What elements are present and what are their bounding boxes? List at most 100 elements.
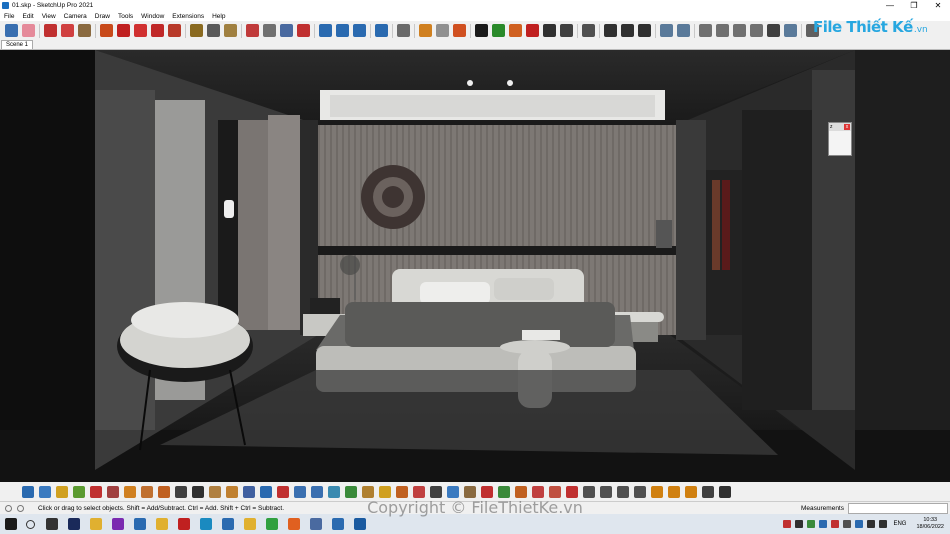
sketchup-icon[interactable] bbox=[134, 518, 146, 530]
warehouse-icon[interactable] bbox=[319, 24, 332, 37]
grid-small-icon[interactable] bbox=[633, 485, 646, 498]
tray-app-icon[interactable] bbox=[807, 520, 816, 528]
table-icon[interactable] bbox=[174, 485, 187, 498]
ring-icon[interactable] bbox=[395, 485, 408, 498]
tape-measure-icon[interactable] bbox=[190, 24, 203, 37]
bubble-icon[interactable] bbox=[378, 485, 391, 498]
paint-bucket-icon[interactable] bbox=[224, 24, 237, 37]
face-yellow-icon[interactable] bbox=[55, 485, 68, 498]
rotate-shape-icon[interactable] bbox=[548, 485, 561, 498]
checker-icon[interactable] bbox=[543, 24, 556, 37]
asterisk-icon[interactable] bbox=[293, 485, 306, 498]
swirl-icon[interactable] bbox=[429, 485, 442, 498]
menu-draw[interactable]: Draw bbox=[91, 13, 114, 20]
selection-icon[interactable] bbox=[718, 485, 731, 498]
folder-icon[interactable] bbox=[156, 518, 168, 530]
grid-small-icon[interactable] bbox=[582, 485, 595, 498]
chrome-icon[interactable] bbox=[266, 518, 278, 530]
close-icon[interactable]: x bbox=[844, 124, 850, 130]
info-icon[interactable] bbox=[621, 24, 634, 37]
edge-icon[interactable] bbox=[200, 518, 212, 530]
sandbox-icon[interactable] bbox=[419, 24, 432, 37]
arc-icon[interactable] bbox=[61, 24, 74, 37]
terrain-icon[interactable] bbox=[492, 24, 505, 37]
cylinder-icon[interactable] bbox=[463, 485, 476, 498]
face-red-icon[interactable] bbox=[89, 485, 102, 498]
photo-texture-icon[interactable] bbox=[509, 24, 522, 37]
menu-camera[interactable]: Camera bbox=[60, 13, 91, 20]
square-orange-icon[interactable] bbox=[667, 485, 680, 498]
wireframe-icon[interactable] bbox=[733, 24, 746, 37]
grid-small-icon[interactable] bbox=[616, 485, 629, 498]
curve-icon[interactable] bbox=[123, 485, 136, 498]
menu-file[interactable]: File bbox=[0, 13, 18, 20]
frame-icon[interactable] bbox=[191, 485, 204, 498]
rotate-icon[interactable] bbox=[151, 24, 164, 37]
zoom-icon[interactable] bbox=[280, 24, 293, 37]
puzzle-icon[interactable] bbox=[497, 485, 510, 498]
model-viewport[interactable]: zx bbox=[0, 50, 950, 482]
select-arrow-icon[interactable] bbox=[5, 24, 18, 37]
warning-icon[interactable] bbox=[361, 485, 374, 498]
cross-icon[interactable] bbox=[276, 485, 289, 498]
maximize-button[interactable]: ❐ bbox=[902, 0, 926, 11]
hidden-line-icon[interactable] bbox=[750, 24, 763, 37]
push-pull-icon[interactable] bbox=[100, 24, 113, 37]
back-edges-icon[interactable] bbox=[716, 24, 729, 37]
house-icon[interactable] bbox=[560, 24, 573, 37]
face-blue-icon[interactable] bbox=[38, 485, 51, 498]
add-location-icon[interactable] bbox=[475, 24, 488, 37]
menu-tools[interactable]: Tools bbox=[114, 13, 137, 20]
stretch-icon[interactable] bbox=[140, 485, 153, 498]
network-icon[interactable] bbox=[867, 520, 876, 528]
close-button[interactable]: ✕ bbox=[926, 0, 950, 11]
volume-icon[interactable] bbox=[879, 520, 888, 528]
box-icon[interactable] bbox=[106, 485, 119, 498]
cart-icon[interactable] bbox=[638, 24, 651, 37]
connect-icon[interactable] bbox=[531, 485, 544, 498]
flower-icon[interactable] bbox=[412, 485, 425, 498]
orbit-icon[interactable] bbox=[246, 24, 259, 37]
tray-red-icon[interactable] bbox=[783, 520, 792, 528]
menu-help[interactable]: Help bbox=[208, 13, 229, 20]
tray-app-icon[interactable] bbox=[831, 520, 840, 528]
iso-view-icon[interactable] bbox=[660, 24, 673, 37]
clock[interactable]: 10:33 18/06/2022 bbox=[916, 517, 944, 531]
square-orange-icon[interactable] bbox=[650, 485, 663, 498]
undo-shape-icon[interactable] bbox=[480, 485, 493, 498]
deform-icon[interactable] bbox=[565, 485, 578, 498]
face-green-icon[interactable] bbox=[72, 485, 85, 498]
geolocation-icon[interactable] bbox=[5, 504, 12, 512]
extension-warehouse-icon[interactable] bbox=[336, 24, 349, 37]
shaded-texture-icon[interactable] bbox=[784, 24, 797, 37]
bend-icon[interactable] bbox=[225, 485, 238, 498]
tray-app-icon[interactable] bbox=[843, 520, 852, 528]
sketchup-icon[interactable] bbox=[332, 518, 344, 530]
minimize-button[interactable]: — bbox=[878, 0, 902, 11]
offset-icon[interactable] bbox=[117, 24, 130, 37]
pan-icon[interactable] bbox=[263, 24, 276, 37]
twist-icon[interactable] bbox=[208, 485, 221, 498]
xray-icon[interactable] bbox=[699, 24, 712, 37]
language-indicator[interactable]: ENG bbox=[893, 521, 906, 527]
scale-icon[interactable] bbox=[168, 24, 181, 37]
grid-icon[interactable] bbox=[157, 485, 170, 498]
layout-icon[interactable] bbox=[353, 24, 366, 37]
measurements-input[interactable] bbox=[848, 502, 948, 514]
zoom-extents-icon[interactable] bbox=[297, 24, 310, 37]
task-view-icon[interactable] bbox=[46, 518, 58, 530]
circle-icon[interactable] bbox=[701, 485, 714, 498]
cloud-icon[interactable] bbox=[526, 24, 539, 37]
array-icon[interactable] bbox=[310, 485, 323, 498]
search-icon[interactable] bbox=[26, 519, 35, 529]
photoshop-icon[interactable] bbox=[68, 518, 80, 530]
scene-tab[interactable]: Scene 1 bbox=[1, 40, 34, 49]
windows-start-icon[interactable] bbox=[5, 518, 17, 530]
move-icon[interactable] bbox=[134, 24, 147, 37]
square-orange-icon[interactable] bbox=[684, 485, 697, 498]
menu-window[interactable]: Window bbox=[137, 13, 168, 20]
triangle-icon[interactable] bbox=[327, 485, 340, 498]
text-icon[interactable] bbox=[207, 24, 220, 37]
snowflake-icon[interactable] bbox=[446, 485, 459, 498]
tray-app-icon[interactable] bbox=[855, 520, 864, 528]
